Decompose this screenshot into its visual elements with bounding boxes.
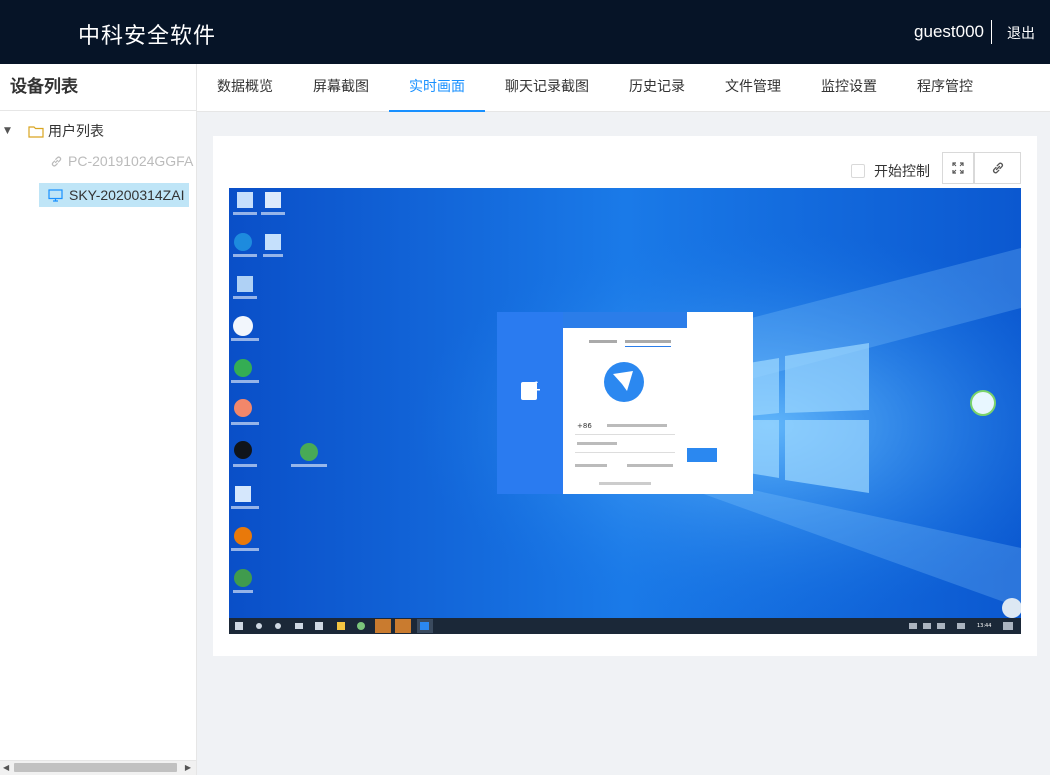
top-header: 中科安全软件 guest000 退出 — [0, 0, 1050, 64]
user-name[interactable]: guest000 — [914, 22, 984, 42]
device-name: SKY-20200314ZAI — [69, 187, 185, 203]
tab-file-management[interactable]: 文件管理 — [705, 64, 801, 112]
tab-program-control[interactable]: 程序管控 — [897, 64, 993, 112]
scrollbar-thumb[interactable] — [14, 763, 177, 772]
caret-down-icon[interactable]: ▼ — [4, 126, 16, 136]
remote-clock: 13:44 — [977, 623, 991, 629]
scroll-right-icon[interactable]: ▶ — [185, 763, 191, 772]
device-item-offline[interactable]: PC-20191024GGFA — [50, 153, 193, 169]
checkbox-box[interactable] — [851, 164, 865, 178]
remote-desktop-view[interactable]: 千 +86 — [229, 188, 1021, 634]
unlink-icon — [992, 162, 1003, 174]
tab-history[interactable]: 历史记录 — [609, 64, 705, 112]
device-item-selected[interactable]: SKY-20200314ZAI — [39, 183, 189, 207]
tab-screenshots[interactable]: 屏幕截图 — [293, 64, 389, 112]
sidebar-horizontal-scrollbar[interactable]: ◀ ▶ — [0, 760, 196, 775]
tab-live-view[interactable]: 实时画面 — [389, 64, 485, 112]
remote-desktop-image: 千 +86 — [229, 188, 1021, 634]
monitor-icon — [48, 188, 63, 202]
start-control-checkbox[interactable]: 开始控制 — [851, 161, 930, 181]
app-title: 中科安全软件 — [78, 24, 217, 49]
tree-node-user-list[interactable]: ▼ 用户列表 — [4, 121, 104, 141]
header-divider — [991, 20, 992, 44]
remote-country-code: +86 — [577, 422, 592, 430]
tab-data-overview[interactable]: 数据概览 — [197, 64, 293, 112]
live-view-card: 开始控制 +86 13:44 — [213, 136, 1037, 656]
sidebar-title: 设备列表 — [0, 64, 196, 111]
logout-button[interactable]: 退出 — [1007, 23, 1035, 43]
folder-icon — [28, 125, 44, 138]
main-tabs: 数据概览 屏幕截图 实时画面 聊天记录截图 历史记录 文件管理 监控设置 程序管… — [197, 64, 1050, 112]
scroll-left-icon[interactable]: ◀ — [3, 763, 9, 772]
fullscreen-icon — [952, 162, 964, 174]
tab-chat-screenshots[interactable]: 聊天记录截图 — [485, 64, 609, 112]
device-sidebar: 设备列表 ▼ 用户列表 PC-20191024GGFA SKY-20200314… — [0, 64, 197, 775]
start-control-label: 开始控制 — [874, 164, 930, 180]
tree-root-label: 用户列表 — [48, 124, 104, 140]
device-name: PC-20191024GGFA — [68, 153, 194, 169]
fullscreen-button[interactable] — [942, 152, 974, 184]
disconnect-button[interactable] — [974, 152, 1021, 184]
tab-monitor-settings[interactable]: 监控设置 — [801, 64, 897, 112]
main-content: 开始控制 +86 13:44 — [197, 112, 1050, 775]
link-icon — [51, 156, 62, 166]
